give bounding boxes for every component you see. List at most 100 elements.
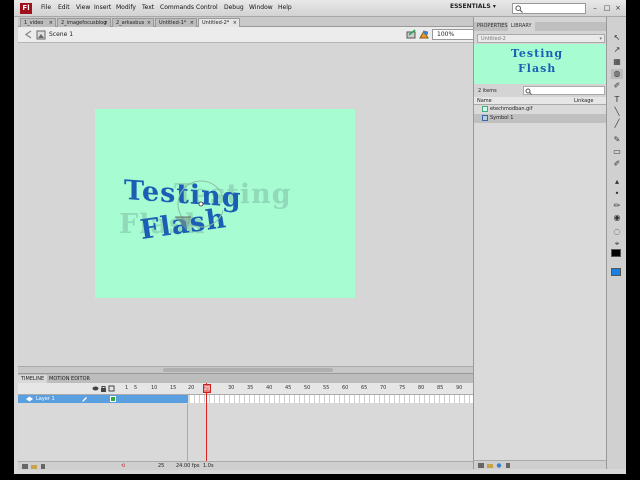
hand-tool-icon[interactable]: ◌ [611,227,623,237]
new-folder-icon[interactable] [31,464,37,469]
maximize-icon[interactable]: □ [602,3,612,13]
center-frame-icon[interactable]: ⟲ [121,462,125,470]
flash-app-window: Fl File Edit View Insert Modify Text Com… [14,0,626,474]
minimize-icon[interactable]: – [590,3,600,13]
edit-bar: Scene 1 100% ▾ [18,27,480,43]
close-icon[interactable]: × [147,19,151,27]
library-document-select[interactable]: Untitled-2 ▾ [477,34,605,43]
close-icon[interactable]: × [49,19,53,27]
frame-number: 15 [170,385,177,391]
menu-window[interactable]: Window [249,4,273,11]
text-tool-icon[interactable]: ╲ [611,107,623,117]
trash-icon[interactable] [505,463,511,468]
column-name[interactable]: Name [477,97,492,105]
close-icon[interactable]: × [104,19,108,27]
preview-text-flash: Flash [518,62,557,75]
panel-tab-bar: PROPERTIES LIBRARY [474,22,610,31]
chevron-down-icon: ▾ [599,36,602,42]
new-folder-icon[interactable] [487,463,493,468]
stroke-color-swatch[interactable] [611,249,621,257]
properties-icon[interactable] [496,463,502,468]
transform-handle-icon[interactable] [173,176,223,236]
tab-library[interactable]: LIBRARY [508,22,535,31]
pen-tool-icon[interactable]: T [611,95,623,105]
frame-number: 70 [380,385,387,391]
pasteboard[interactable]: Testing Flash Testing Flash [18,43,474,366]
menu-debug[interactable]: Debug [224,4,244,11]
selection-tool-icon[interactable]: ↖ [611,33,623,43]
bone-tool-icon[interactable]: ▴ [611,177,623,187]
frame-rate[interactable]: 24.00 fps [176,462,199,470]
doc-tab-untitled-2[interactable]: Untitled-2* × [198,18,240,27]
zoom-tool-icon[interactable]: ⌖ [611,239,623,249]
subselection-tool-icon[interactable]: ↗ [611,45,623,55]
layer-color-swatch-icon[interactable] [110,396,116,402]
brush-tool-icon[interactable]: ✐ [611,159,623,169]
tab-timeline[interactable]: TIMELINE [18,375,48,383]
layer-name-cell[interactable]: Layer 1 [18,395,188,403]
doc-tab-label: 2_arkasbus [116,20,145,26]
3d-rotation-tool-icon[interactable]: ◍ [611,69,623,79]
timeline-layer-row[interactable]: Layer 1 [18,395,480,403]
lasso-tool-icon[interactable]: ✐ [611,81,623,91]
current-frame: 25 [158,463,165,469]
menu-insert[interactable]: Insert [94,4,111,11]
menu-text[interactable]: Text [142,4,154,11]
column-linkage[interactable]: Linkage [574,97,593,105]
library-preview: Testing Flash [474,44,610,84]
library-search-input[interactable] [523,86,605,95]
scene-icon [36,30,46,40]
timeline-frame-header: 1 5 10 15 20 30 35 40 45 50 55 60 65 70 … [18,383,480,395]
library-item[interactable]: Symbol 1 [474,114,610,123]
menu-view[interactable]: View [76,4,90,11]
playhead[interactable] [206,383,207,463]
doc-tab-1-video[interactable]: 1_video × [20,18,56,27]
menu-commands[interactable]: Commands [160,4,194,11]
scroll-thumb[interactable] [163,368,333,372]
rectangle-tool-icon[interactable]: ▭ [611,147,623,157]
pencil-tool-icon[interactable]: ✎ [611,135,623,145]
menu-control[interactable]: Control [196,4,218,11]
menu-file[interactable]: File [41,4,51,11]
lock-icon[interactable] [100,385,107,392]
tab-properties[interactable]: PROPERTIES [474,22,511,31]
eyedropper-tool-icon[interactable]: ✏ [611,201,623,211]
line-tool-icon[interactable]: ╱ [611,119,623,129]
close-icon[interactable]: × [190,19,194,27]
free-transform-tool-icon[interactable]: ▦ [611,57,623,67]
help-search-input[interactable] [512,3,586,14]
layer-frames[interactable] [190,395,474,403]
scene-label[interactable]: Scene 1 [49,31,73,38]
close-icon[interactable]: × [233,19,237,27]
close-icon[interactable]: × [613,3,623,13]
menu-help[interactable]: Help [278,4,292,11]
playhead-frame-label[interactable]: 25 [203,384,211,393]
doc-tab-2-imagefocusblog[interactable]: 2_imagefocusblog × [57,18,111,27]
frame-number: 90 [456,385,463,391]
menu-edit[interactable]: Edit [58,4,70,11]
eye-icon[interactable] [92,385,99,392]
eraser-tool-icon[interactable]: ◉ [611,213,623,223]
menu-modify[interactable]: Modify [116,4,136,11]
fill-color-swatch[interactable] [611,268,621,276]
paint-bucket-tool-icon[interactable]: • [611,189,623,199]
elapsed-time: 1.0s [203,463,214,469]
stage-horizontal-scrollbar[interactable] [18,366,480,373]
stage[interactable]: Testing Flash Testing Flash [95,109,355,298]
edit-symbols-icon[interactable] [419,29,430,40]
new-symbol-icon[interactable] [478,463,484,468]
tab-motion-editor[interactable]: MOTION EDITOR [46,375,93,383]
workspace-switcher[interactable]: ESSENTIALS ▾ [450,3,496,14]
workspace-label: ESSENTIALS [450,3,491,10]
doc-tab-2-arkasbus[interactable]: 2_arkasbus × [112,18,154,27]
library-document-value: Untitled-2 [481,36,506,42]
new-layer-icon[interactable] [22,464,28,469]
outline-icon[interactable] [108,385,115,392]
library-item[interactable]: etechmodban.gif [474,105,610,114]
trash-icon[interactable] [40,464,46,469]
doc-tab-untitled-1[interactable]: Untitled-1* × [155,18,197,27]
library-item-name: Symbol 1 [490,115,514,121]
frame-number: 65 [361,385,368,391]
back-arrow-icon[interactable] [23,30,33,39]
edit-scene-icon[interactable] [406,29,417,40]
